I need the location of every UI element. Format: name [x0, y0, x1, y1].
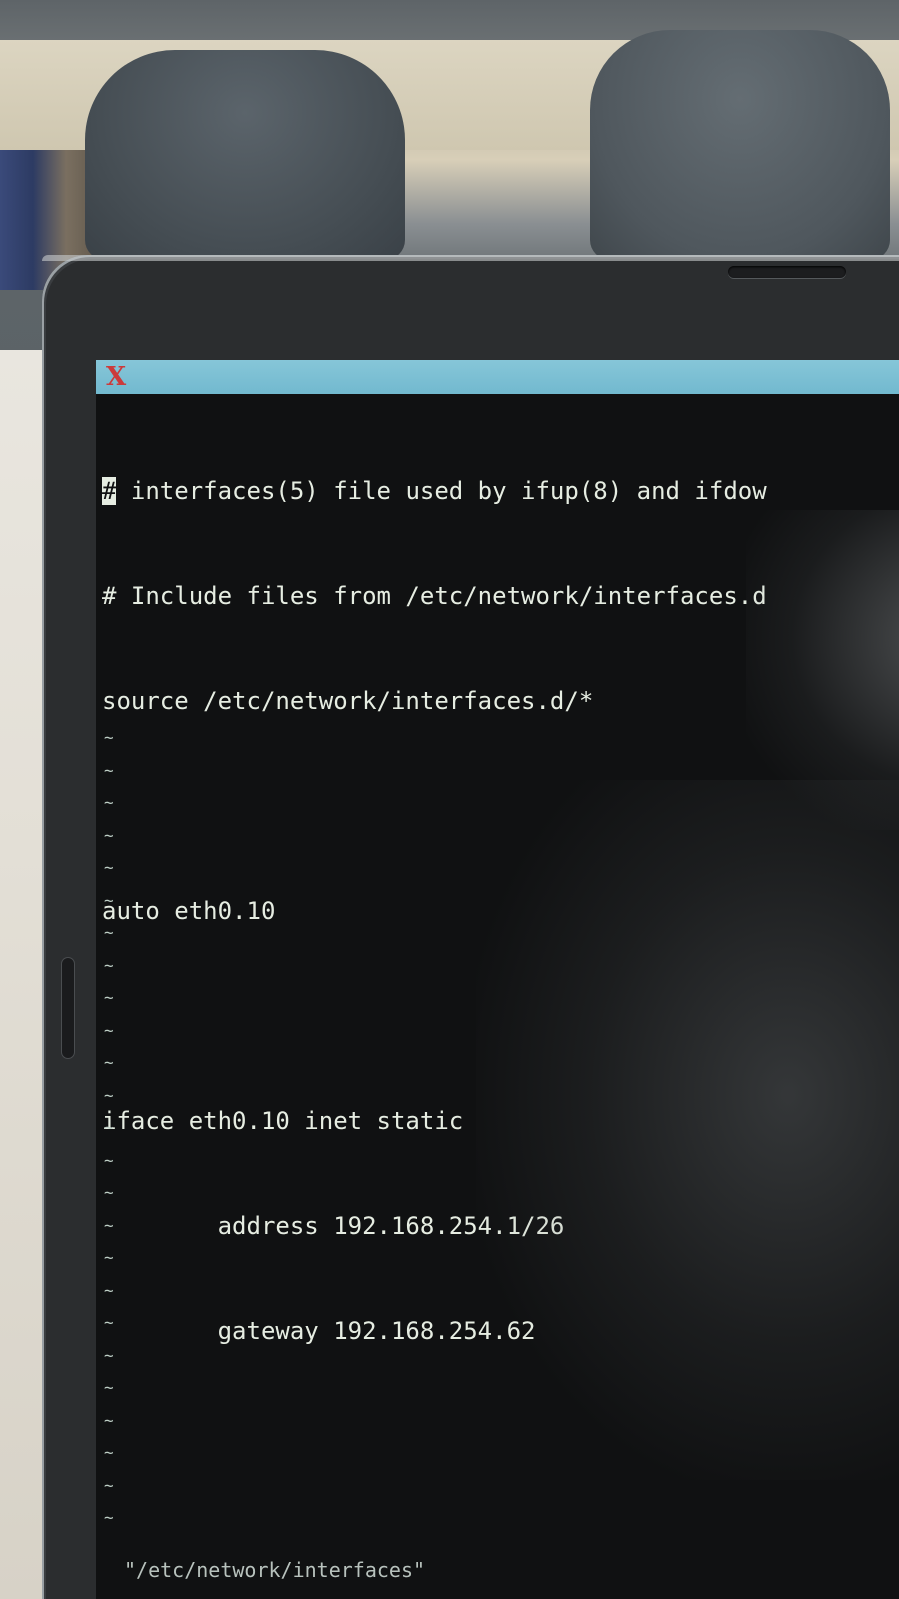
tilde-marker: ~: [104, 1410, 114, 1430]
terminal-screen: X # interfaces(5) file used by ifup(8) a…: [96, 360, 899, 1599]
laptop-side-notch: [62, 958, 74, 1058]
editor-line: # Include files from /etc/network/interf…: [102, 582, 767, 610]
tilde-marker: ~: [104, 988, 114, 1007]
tilde-marker: ~: [104, 923, 114, 942]
laptop-bezel-edge: [42, 255, 899, 261]
tilde-marker: ~: [104, 728, 114, 747]
tilde-marker: ~: [104, 1378, 114, 1397]
tilde-marker: ~: [104, 1475, 114, 1495]
tilde-marker: ~: [104, 858, 114, 877]
editor-line: gateway 192.168.254.62: [102, 1317, 536, 1345]
background-chair-left: [85, 50, 405, 260]
tilde-marker: ~: [104, 1183, 114, 1202]
editor-line: iface eth0.10 inet static: [102, 1107, 464, 1135]
editor-text-area[interactable]: # interfaces(5) file used by ifup(8) and…: [102, 404, 899, 1419]
tilde-marker: ~: [104, 825, 114, 845]
tilde-marker: ~: [104, 1313, 114, 1332]
editor-line: address 192.168.254.1/26: [102, 1212, 565, 1240]
tilde-marker: ~: [104, 1508, 114, 1527]
editor-line: source /etc/network/interfaces.d/*: [102, 687, 594, 715]
tilde-marker: ~: [104, 1215, 114, 1235]
tilde-marker: ~: [104, 793, 114, 812]
tilde-marker: ~: [104, 1118, 114, 1137]
tilde-marker: ~: [104, 1443, 114, 1462]
photo-scene: X # interfaces(5) file used by ifup(8) a…: [0, 0, 899, 1599]
tilde-marker: ~: [104, 1248, 114, 1267]
tilde-marker: ~: [104, 890, 114, 910]
tilde-marker: ~: [104, 1345, 114, 1365]
tilde-marker: ~: [104, 1020, 114, 1040]
tilde-marker: ~: [104, 1280, 114, 1300]
background-chair-right: [590, 30, 890, 260]
tilde-marker: ~: [104, 955, 114, 975]
status-line: "/etc/network/interfaces": [124, 1558, 426, 1582]
tilde-marker: ~: [104, 760, 114, 780]
tilde-marker: ~: [104, 1053, 114, 1072]
tilde-marker: ~: [104, 1085, 114, 1105]
editor-line: auto eth0.10: [102, 897, 276, 925]
webcam-slot: [728, 266, 846, 278]
empty-line-markers: ~ ~ ~ ~ ~ ~ ~ ~ ~ ~ ~ ~ ~ ~ ~ ~ ~ ~ ~ ~ ~ ~ ~ ~ ~: [104, 722, 124, 1535]
editor-line: # interfaces(5) file used by ifup(8) and…: [102, 477, 767, 505]
window-titlebar[interactable]: X: [96, 360, 899, 394]
text-cursor: #: [102, 477, 117, 505]
x-window-icon[interactable]: X: [106, 363, 126, 391]
tilde-marker: ~: [104, 1150, 114, 1170]
